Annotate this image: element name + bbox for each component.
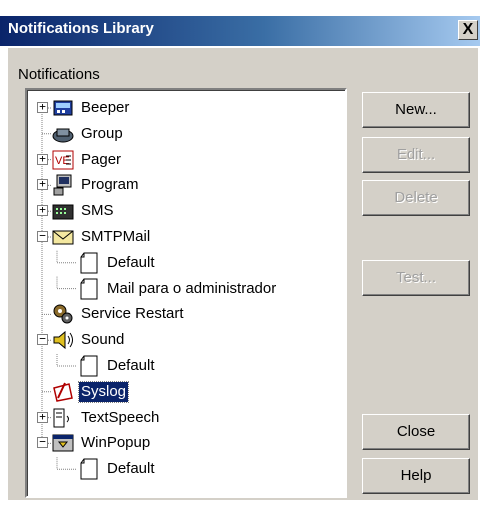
notifications-library-window: Notifications Library X Notifications + B… — [0, 0, 480, 506]
notifications-group-label: Notifications — [18, 66, 100, 83]
tree-item[interactable]: Default — [77, 354, 157, 378]
tree-item-label: Group — [81, 124, 123, 142]
tree-item[interactable]: VE Pager — [51, 148, 123, 172]
window-title: Notifications Library — [8, 20, 154, 37]
expand-toggle[interactable]: + — [37, 153, 48, 165]
tree-item-label: WinPopup — [81, 434, 151, 452]
tree-item[interactable]: Default — [77, 457, 157, 481]
tree-item[interactable]: Mail para o administrador — [77, 277, 278, 301]
expand-toggle[interactable]: + — [37, 411, 48, 423]
delete-button[interactable]: Delete — [362, 180, 470, 216]
collapse-toggle[interactable]: − — [37, 333, 48, 346]
tree-item[interactable]: Default — [77, 251, 157, 275]
tree-item-label: Default — [107, 357, 155, 374]
expand-toggle[interactable]: + — [37, 101, 48, 113]
tree-item[interactable]: SMS — [51, 199, 116, 223]
test-button[interactable]: Test... — [362, 260, 470, 296]
tree-item[interactable]: Sound — [51, 328, 126, 352]
tree-item-label: Mail para o administrador — [107, 279, 277, 297]
beeper-icon — [51, 96, 75, 120]
edit-button[interactable]: Edit... — [362, 137, 470, 173]
new-button[interactable]: New... — [362, 92, 470, 128]
expand-toggle[interactable]: + — [37, 178, 48, 191]
title-bar[interactable]: Notifications Library X — [0, 16, 480, 46]
tree-item-label: Syslog — [77, 380, 130, 403]
tree-item[interactable]: TextSpeech — [51, 406, 161, 430]
speaker-icon — [51, 328, 75, 352]
expand-toggle[interactable]: + — [37, 204, 48, 217]
group-icon — [51, 122, 75, 146]
tree-item[interactable]: WinPopup — [51, 431, 152, 455]
svg-text:VE: VE — [55, 155, 70, 167]
document-icon — [77, 354, 101, 378]
tree-item[interactable]: SMTPMail — [51, 225, 152, 249]
collapse-toggle[interactable]: − — [37, 230, 48, 242]
gears-icon — [51, 302, 75, 326]
tree-item-label: Program — [81, 176, 139, 194]
document-icon — [77, 457, 101, 481]
close-window-button[interactable]: X — [458, 20, 478, 40]
tree-item[interactable]: Service Restart — [51, 302, 186, 326]
tree-item-label: Default — [107, 253, 155, 271]
pager-icon: VE — [51, 148, 75, 172]
sms-icon — [51, 199, 75, 223]
tree-item-label: Beeper — [81, 99, 130, 116]
collapse-toggle[interactable]: − — [37, 436, 48, 449]
envelope-icon — [51, 225, 75, 249]
syslog-icon — [51, 380, 75, 404]
document-icon — [77, 277, 101, 301]
document-icon — [77, 251, 101, 275]
tree-item[interactable]: Beeper — [51, 96, 131, 120]
notifications-tree[interactable]: + Beeper Group + VE Pager + Program + SMS − SMTPMai… — [25, 88, 347, 498]
tree-item-label: Default — [107, 460, 155, 478]
text-speech-icon — [51, 406, 75, 430]
tree-item-label: SMTPMail — [81, 228, 151, 245]
help-button[interactable]: Help — [362, 458, 470, 494]
tree-item-label: Pager — [81, 150, 122, 168]
tree-item[interactable]: Group — [51, 122, 125, 146]
tree-item-label: Service Restart — [81, 305, 184, 323]
tree-item-label: TextSpeech — [81, 408, 160, 426]
tree-item[interactable]: Syslog — [51, 380, 130, 404]
tree-item[interactable]: Program — [51, 173, 141, 197]
tree-item-label: Sound — [81, 331, 125, 349]
popup-icon — [51, 431, 75, 455]
close-button[interactable]: Close — [362, 414, 470, 450]
tree-item-label: SMS — [81, 202, 114, 220]
program-icon — [51, 173, 75, 197]
